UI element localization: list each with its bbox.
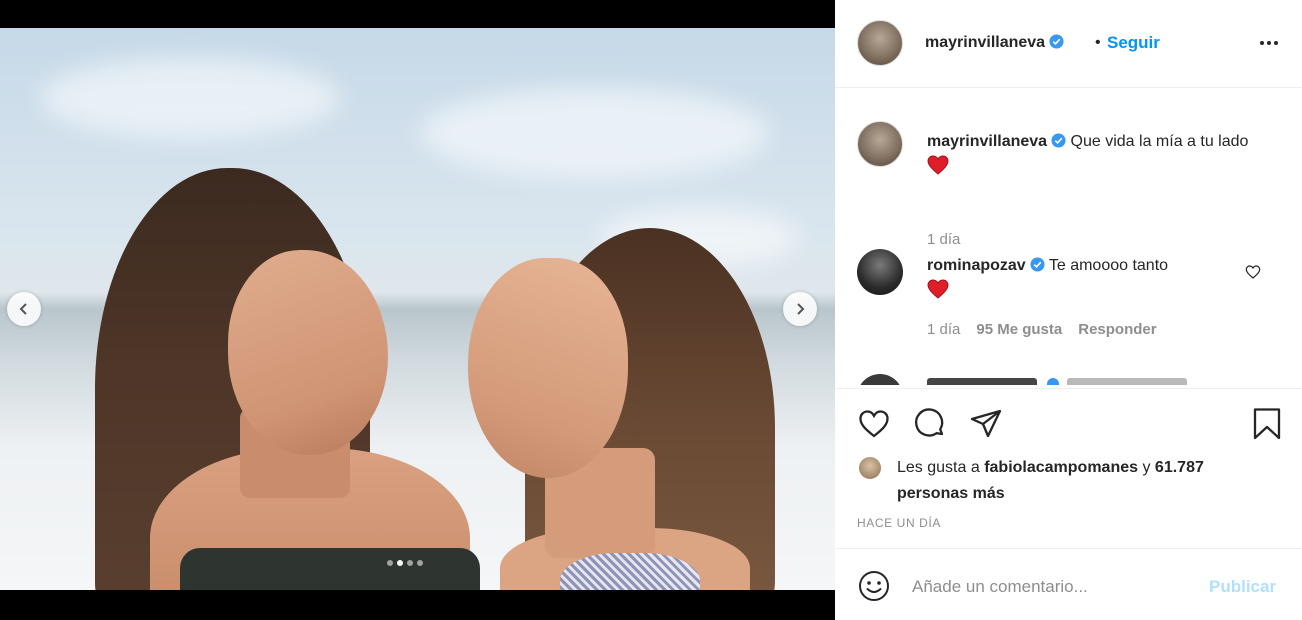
bookmark-icon: [1253, 408, 1281, 440]
author-avatar[interactable]: [857, 20, 903, 66]
verified-badge-icon: [1049, 34, 1064, 49]
carousel-dot: [417, 560, 423, 566]
comment-likes[interactable]: 95 Me gusta: [976, 321, 1062, 338]
chevron-right-icon: [797, 303, 805, 315]
carousel-dot: [387, 560, 393, 566]
carousel-prev-button[interactable]: [7, 292, 41, 326]
instagram-post-viewer: mayrinvillaneva • Seguir mayrinvillaneva…: [0, 0, 1302, 620]
red-heart-emoji-icon: [927, 279, 949, 299]
caption-avatar[interactable]: [857, 121, 903, 167]
caption-text: Que vida la mía a tu lado: [1070, 133, 1249, 150]
carousel-dot: [407, 560, 413, 566]
carousel-next-button[interactable]: [783, 292, 817, 326]
follow-button[interactable]: Seguir: [1107, 33, 1160, 53]
likes-joiner: y: [1142, 459, 1151, 476]
caption-username[interactable]: mayrinvillaneva: [927, 133, 1047, 150]
caption-time[interactable]: 1 día: [927, 231, 960, 248]
comment-bubble-icon: [915, 408, 944, 437]
emoji-picker-icon[interactable]: [857, 569, 891, 603]
verified-badge-icon: [1051, 133, 1066, 148]
post-timestamp[interactable]: HACE UN DÍA: [857, 516, 941, 530]
post-header: mayrinvillaneva • Seguir: [835, 0, 1302, 88]
paper-plane-icon: [970, 409, 1002, 438]
add-comment-bar: Publicar: [835, 548, 1302, 620]
separator-dot: •: [1095, 34, 1101, 51]
share-button[interactable]: [969, 407, 1003, 441]
comment-text: Te amoooo tanto: [1048, 257, 1169, 274]
post-media: [0, 0, 835, 620]
comment-username[interactable]: rominapozav: [927, 257, 1026, 274]
comment-time[interactable]: 1 día: [927, 321, 960, 338]
carousel-dot: [397, 560, 403, 566]
comment-like-heart-icon[interactable]: [1245, 264, 1261, 280]
more-options-button[interactable]: [1257, 33, 1281, 53]
heart-icon: [859, 410, 889, 438]
liker-username[interactable]: fabiolacampomanes: [984, 459, 1138, 476]
like-button[interactable]: [857, 407, 891, 441]
liker-avatar[interactable]: [857, 455, 883, 481]
author-username[interactable]: mayrinvillaneva: [925, 34, 1045, 51]
comments-list[interactable]: mayrinvillaneva Que vida la mía a tu lad…: [835, 89, 1302, 385]
more-dot-icon: [1260, 41, 1264, 45]
save-button[interactable]: [1250, 407, 1284, 441]
chevron-left-icon: [19, 303, 27, 315]
red-heart-emoji-icon: [927, 155, 949, 175]
comment-input[interactable]: [912, 573, 1192, 601]
reply-button[interactable]: Responder: [1078, 321, 1156, 338]
commenter-avatar[interactable]: [857, 249, 903, 295]
comment-button[interactable]: [913, 407, 947, 441]
post-photo[interactable]: [0, 28, 835, 590]
post-panel: mayrinvillaneva • Seguir mayrinvillaneva…: [835, 0, 1302, 620]
verified-badge-icon: [1030, 257, 1045, 272]
next-comment-peek: [857, 374, 1277, 385]
publish-button[interactable]: Publicar: [1209, 577, 1276, 597]
likes-prefix: Les gusta a: [897, 459, 980, 476]
post-actions: Les gusta a fabiolacampomanes y 61.787 p…: [835, 388, 1302, 548]
carousel-indicator: [387, 560, 423, 566]
